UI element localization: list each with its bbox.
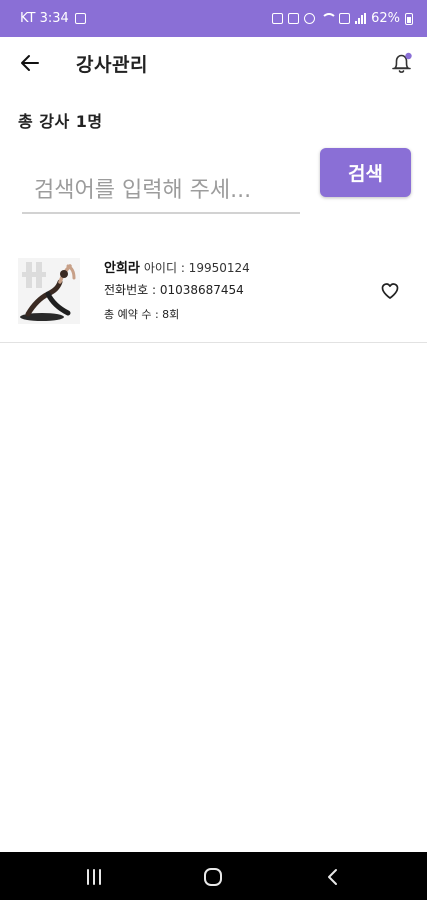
wifi-icon (320, 13, 338, 24)
instructor-reservations: 총 예약 수 : 8회 (104, 308, 180, 321)
instructor-list-item[interactable]: 안희라 아이디 : 19950124 전화번호 : 01038687454 총 예… (0, 244, 427, 343)
signal-icon (355, 13, 367, 24)
alarm-icon (288, 13, 300, 24)
instructor-count: 총 강사 1명 (18, 112, 103, 131)
system-back-button[interactable] (322, 866, 344, 888)
home-button[interactable] (202, 866, 224, 888)
instructor-name: 안희라 (104, 261, 140, 276)
status-bar: KT 3:34 62% (0, 0, 427, 37)
back-button[interactable] (18, 51, 42, 75)
bluetooth-icon (304, 13, 316, 24)
instructor-name-row: 안희라 아이디 : 19950124 (104, 258, 250, 278)
chevron-left-icon (328, 869, 337, 885)
home-icon (204, 868, 222, 886)
instructor-avatar (18, 258, 80, 324)
yoga-pose-image (18, 258, 80, 324)
status-right: 62% (272, 11, 413, 26)
carrier-time: KT 3:34 (20, 11, 69, 26)
bell-icon (392, 52, 412, 73)
notification-button[interactable] (388, 49, 416, 77)
volte-icon (339, 13, 351, 24)
search-button[interactable]: 검색 (320, 148, 411, 197)
recents-button[interactable] (83, 866, 105, 888)
status-left: KT 3:34 (20, 11, 86, 26)
system-nav-bar (0, 852, 427, 900)
app-bar: 강사관리 (0, 37, 427, 89)
instructor-id: 아이디 : 19950124 (143, 261, 250, 275)
battery-percent: 62% (371, 11, 400, 26)
search-input[interactable] (22, 168, 300, 214)
instructor-phone: 전화번호 : 01038687454 (104, 283, 244, 297)
gallery-notification-icon (74, 13, 86, 24)
recents-icon (87, 869, 101, 885)
battery-icon (405, 12, 413, 25)
instructor-list: 안희라 아이디 : 19950124 전화번호 : 01038687454 총 예… (0, 244, 427, 343)
heart-outline-icon (381, 283, 399, 299)
favorite-button[interactable] (380, 281, 400, 301)
page-title: 강사관리 (76, 54, 148, 76)
sim-icon (272, 13, 284, 24)
instructor-info: 안희라 아이디 : 19950124 전화번호 : 01038687454 총 예… (104, 258, 250, 328)
arrow-left-icon (21, 55, 39, 71)
